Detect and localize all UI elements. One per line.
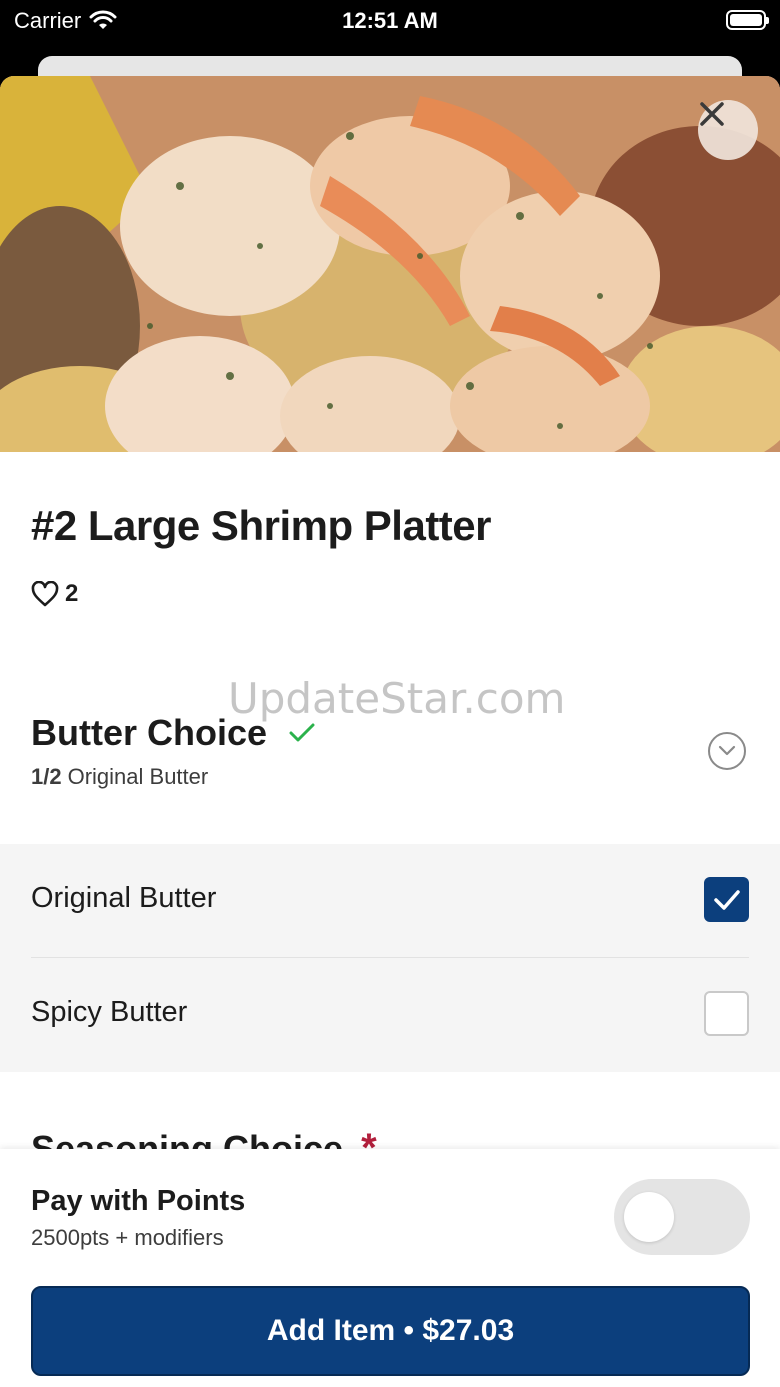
checkbox-original-butter[interactable] — [704, 877, 749, 922]
pay-with-points-label: Pay with Points — [31, 1185, 246, 1217]
toggle-knob — [624, 1192, 674, 1242]
status-time: 12:51 AM — [342, 8, 438, 33]
likes-count: 2 — [65, 580, 79, 607]
close-icon — [700, 102, 724, 126]
selection-count: 1/2 — [31, 764, 62, 789]
chevron-down-icon — [718, 745, 736, 756]
item-title: #2 Large Shrimp Platter — [31, 502, 492, 549]
option-label: Original Butter — [31, 882, 217, 914]
pay-with-points-toggle[interactable] — [614, 1179, 750, 1255]
checkbox-spicy-butter[interactable] — [704, 991, 749, 1036]
butter-choice-title: Butter Choice — [31, 712, 268, 753]
checkmark-icon — [713, 889, 740, 910]
butter-choice-summary: 1/2 Original Butter — [31, 764, 208, 790]
checkout-footer: Pay with Points 2500pts + modifiers Add … — [0, 1149, 780, 1387]
option-spicy-butter[interactable]: Spicy Butter — [0, 958, 780, 1072]
status-bar: Carrier 12:51 AM — [0, 0, 780, 56]
points-cost: 2500pts + modifiers — [31, 1225, 224, 1250]
item-photo — [0, 76, 780, 452]
collapse-toggle[interactable] — [708, 732, 746, 770]
check-icon — [289, 723, 315, 742]
likes[interactable]: 2 — [31, 580, 78, 608]
butter-options: Original Butter Spicy Butter — [0, 844, 780, 1072]
option-original-butter[interactable]: Original Butter — [0, 844, 780, 958]
option-label: Spicy Butter — [31, 996, 188, 1028]
heart-icon[interactable] — [31, 581, 59, 607]
add-item-button[interactable]: Add Item • $27.03 — [31, 1286, 750, 1376]
selected-option: Original Butter — [67, 764, 209, 789]
battery-icon — [726, 10, 769, 30]
close-button[interactable] — [698, 100, 758, 160]
butter-choice-header[interactable]: Butter Choice — [31, 712, 315, 754]
